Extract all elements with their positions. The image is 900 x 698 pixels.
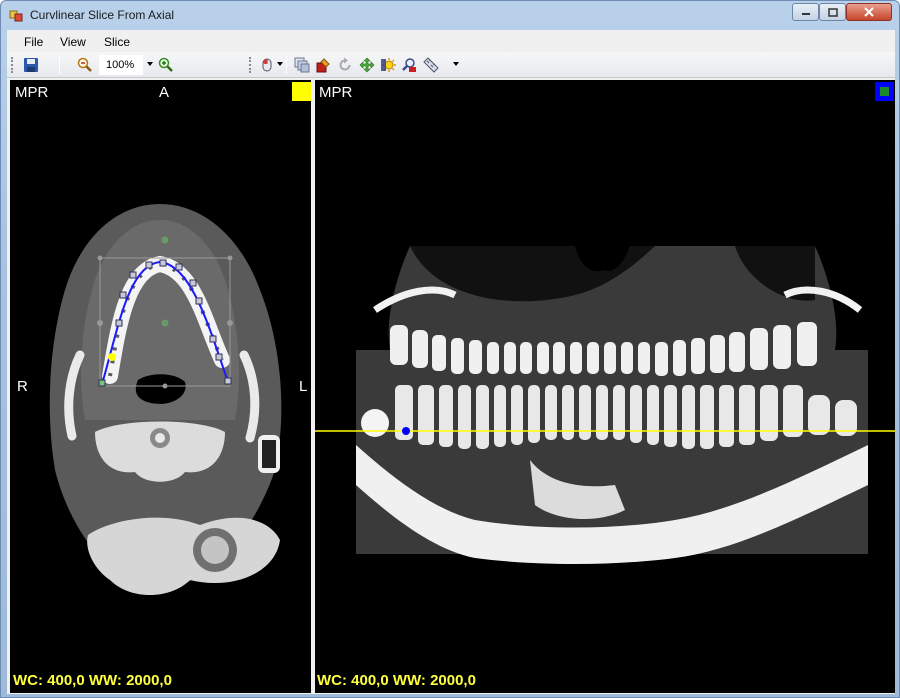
ruler-button[interactable] bbox=[421, 55, 441, 75]
maximize-icon bbox=[827, 7, 838, 17]
panoramic-view[interactable]: MPR WC: 400,0 WW: 2000,0 bbox=[315, 80, 895, 693]
orientation-anterior: A bbox=[159, 84, 170, 101]
save-button[interactable] bbox=[21, 55, 41, 75]
paint-button[interactable] bbox=[313, 55, 333, 75]
window-title: Curvlinear Slice From Axial bbox=[30, 8, 175, 22]
right-window-level: WC: 400,0 WW: 2000,0 bbox=[317, 672, 476, 689]
toolbar-separator bbox=[59, 56, 60, 74]
panoramic-ct-image[interactable] bbox=[315, 80, 895, 693]
minimize-icon bbox=[801, 13, 810, 15]
toolbar-grip[interactable] bbox=[11, 57, 14, 73]
toolbar-grip-2[interactable] bbox=[249, 57, 252, 73]
right-view-color-marker bbox=[875, 82, 894, 101]
mouse-mode-icon bbox=[262, 58, 272, 72]
brightness-icon bbox=[381, 58, 396, 72]
rotate-button[interactable] bbox=[335, 55, 355, 75]
mouse-mode-button[interactable] bbox=[257, 55, 277, 75]
magnifier-button[interactable] bbox=[399, 55, 419, 75]
close-icon bbox=[864, 7, 874, 17]
menu-bar: File View Slice bbox=[7, 30, 895, 52]
app-icon bbox=[9, 8, 23, 22]
move-icon bbox=[359, 57, 375, 73]
layers-icon bbox=[294, 57, 310, 73]
toolbar-separator-2 bbox=[286, 56, 287, 74]
left-mode-label: MPR bbox=[15, 84, 49, 101]
mouse-mode-dropdown-arrow[interactable] bbox=[277, 62, 283, 66]
title-bar[interactable]: Curvlinear Slice From Axial bbox=[1, 1, 899, 29]
maximize-button[interactable] bbox=[819, 3, 846, 21]
save-icon bbox=[24, 58, 38, 72]
zoom-dropdown-arrow[interactable] bbox=[147, 62, 153, 66]
client-area: File View Slice 100% MPR A R L WC: 400,0… bbox=[7, 30, 895, 694]
move-button[interactable] bbox=[357, 55, 377, 75]
zoom-in-icon bbox=[158, 57, 173, 72]
left-window-level: WC: 400,0 WW: 2000,0 bbox=[13, 672, 172, 689]
rotate-icon bbox=[339, 57, 351, 71]
menu-file[interactable]: File bbox=[24, 35, 43, 49]
menu-view[interactable]: View bbox=[60, 35, 86, 49]
orientation-left: L bbox=[299, 378, 308, 395]
axial-view[interactable]: MPR A R L WC: 400,0 WW: 2000,0 bbox=[10, 80, 311, 693]
toolbar: 100% bbox=[7, 52, 895, 78]
orientation-right: R bbox=[17, 378, 28, 395]
close-button[interactable] bbox=[846, 3, 892, 21]
minimize-button[interactable] bbox=[792, 3, 819, 21]
zoom-in-button[interactable] bbox=[156, 55, 176, 75]
brightness-button[interactable] bbox=[378, 55, 398, 75]
axial-ct-image[interactable] bbox=[10, 80, 311, 693]
layers-button[interactable] bbox=[292, 55, 312, 75]
zoom-out-button[interactable] bbox=[75, 55, 95, 75]
current-slice-point[interactable] bbox=[108, 353, 116, 361]
paint-icon bbox=[316, 58, 330, 73]
left-view-color-marker bbox=[292, 82, 311, 101]
app-window: Curvlinear Slice From Axial File View Sl… bbox=[0, 0, 900, 698]
ruler-dropdown-arrow[interactable] bbox=[453, 62, 459, 66]
magnifier-icon bbox=[402, 58, 416, 72]
zoom-level-field[interactable]: 100% bbox=[99, 55, 143, 75]
ruler-icon bbox=[423, 57, 439, 73]
zoom-out-icon bbox=[77, 57, 92, 72]
menu-slice[interactable]: Slice bbox=[104, 35, 130, 49]
right-mode-label: MPR bbox=[319, 84, 353, 101]
slice-position-point[interactable] bbox=[402, 427, 410, 435]
